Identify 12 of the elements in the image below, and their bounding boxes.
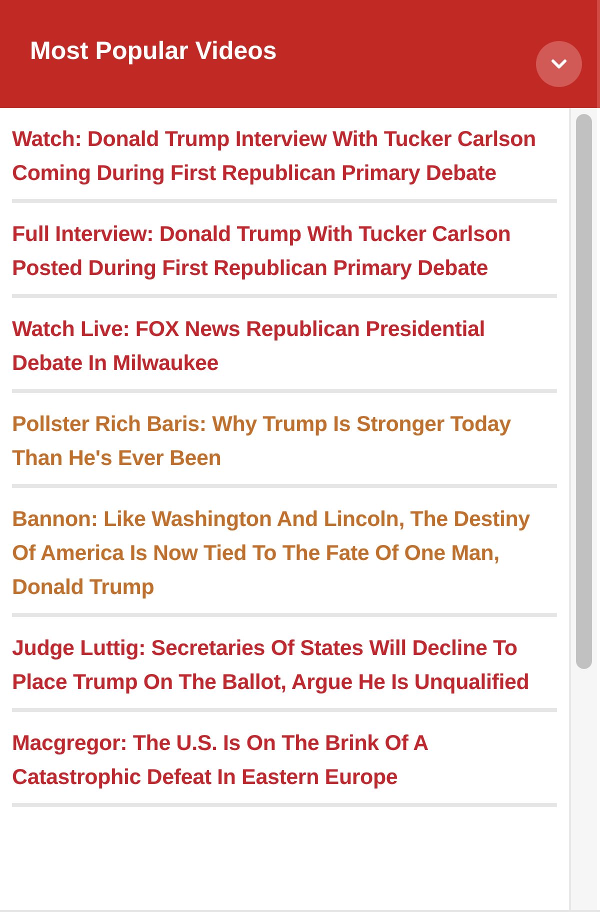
- video-link[interactable]: Bannon: Like Washington And Lincoln, The Destiny Of America Is Now Tied To The Fate Of One Man, Donald Trump: [12, 488, 557, 613]
- scrollbar-thumb[interactable]: [576, 114, 592, 669]
- video-link[interactable]: Watch: Donald Trump Interview With Tucker Carlson Coming During First Republican Primary Debate: [12, 108, 557, 199]
- expand-button[interactable]: [536, 41, 582, 87]
- panel-title: Most Popular Videos: [30, 36, 277, 66]
- video-link[interactable]: Pollster Rich Baris: Why Trump Is Stronger Today Than He's Ever Been: [12, 393, 557, 484]
- video-link[interactable]: Macgregor: The U.S. Is On The Brink Of A Catastrophic Defeat In Eastern Europe: [12, 712, 557, 803]
- video-link[interactable]: Full Interview: Donald Trump With Tucker Carlson Posted During First Republican Primary Debate: [12, 203, 557, 294]
- chevron-down-icon: [551, 59, 567, 69]
- video-link[interactable]: Watch Live: FOX News Republican Presidential Debate In Milwaukee: [12, 298, 557, 389]
- scrollbar[interactable]: [569, 108, 597, 910]
- video-link[interactable]: Judge Luttig: Secretaries Of States Will Decline To Place Trump On The Ballot, Argue He Is Unqualified: [12, 617, 557, 708]
